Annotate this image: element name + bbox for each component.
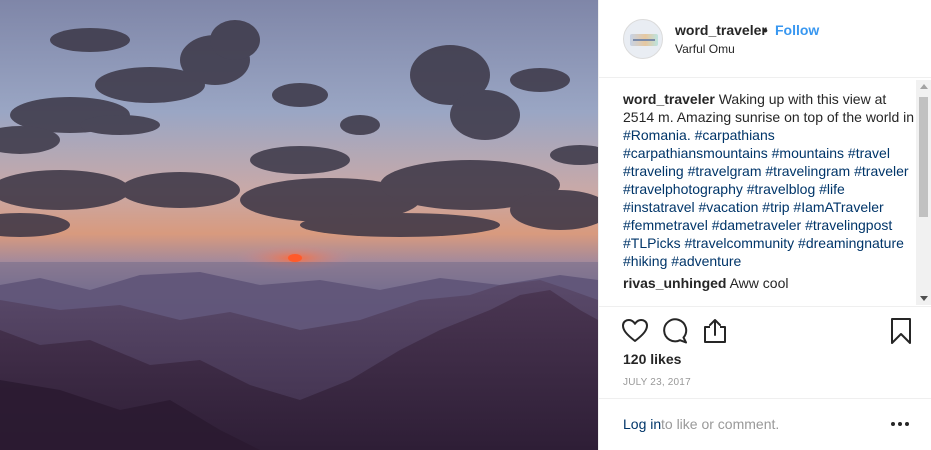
caption-hashtags[interactable]: #carpathians #carpathiansmountains #moun… — [623, 127, 909, 269]
caption-username[interactable]: word_traveler — [623, 91, 715, 107]
more-options-icon[interactable] — [888, 411, 912, 435]
comment-username[interactable]: rivas_unhinged — [623, 275, 726, 291]
post-details-panel: word_traveler • Follow Varful Omu word_t… — [598, 0, 931, 450]
location-link[interactable]: Varful Omu — [675, 42, 735, 56]
follow-button[interactable]: Follow — [775, 22, 819, 38]
likes-count[interactable]: 120 likes — [623, 351, 681, 367]
caption: word_traveler Waking up with this view a… — [623, 90, 915, 270]
bookmark-icon[interactable] — [887, 317, 915, 345]
share-icon[interactable] — [701, 317, 729, 345]
action-bar — [599, 306, 931, 354]
avatar[interactable] — [623, 19, 663, 59]
username-link[interactable]: word_traveler — [675, 22, 767, 38]
comments-list[interactable]: word_traveler Waking up with this view a… — [623, 90, 915, 306]
login-link[interactable]: Log in — [623, 416, 661, 432]
comments-scrollbar[interactable] — [916, 80, 931, 305]
post-date: JULY 23, 2017 — [623, 377, 691, 388]
hashtag-romania[interactable]: #Romania. — [623, 127, 691, 143]
heart-icon[interactable] — [621, 317, 649, 345]
separator-dot: • — [763, 22, 768, 38]
comment-item: rivas_unhinged Aww cool — [623, 274, 915, 292]
login-prompt-text: to like or comment. — [661, 416, 780, 432]
comment-icon[interactable] — [661, 317, 689, 345]
scroll-down-arrow-icon[interactable] — [920, 296, 928, 301]
scroll-up-arrow-icon[interactable] — [920, 84, 928, 89]
sunrise-mountain-photo — [0, 0, 598, 450]
post-header: word_traveler • Follow Varful Omu — [599, 0, 931, 78]
post-photo[interactable] — [0, 0, 598, 450]
comment-footer: Log in to like or comment. — [599, 398, 931, 450]
comment-text: Aww cool — [729, 275, 789, 291]
scrollbar-thumb[interactable] — [919, 97, 928, 217]
